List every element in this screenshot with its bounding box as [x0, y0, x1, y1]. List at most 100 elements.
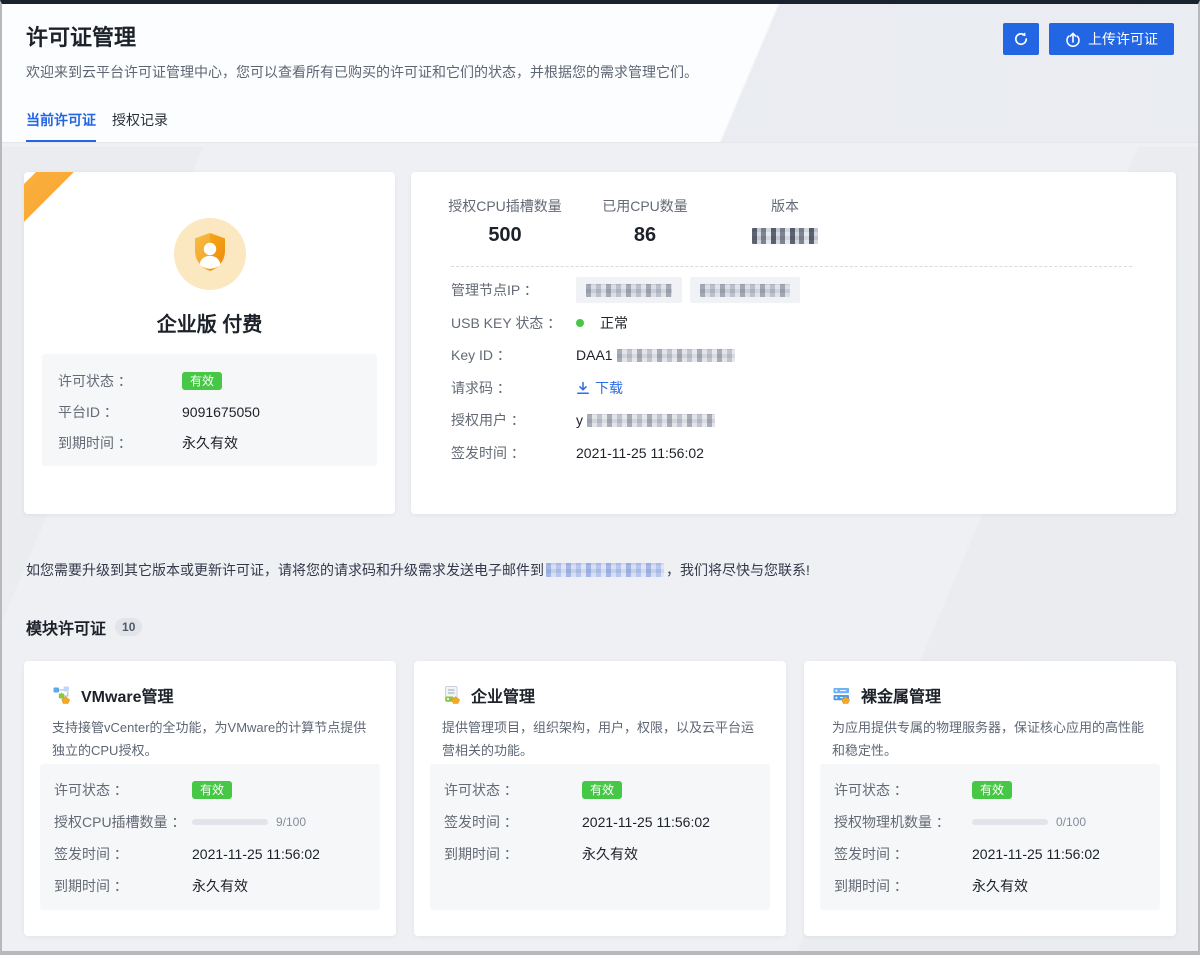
notice-text-after: ，我们将尽快与您联系! — [666, 560, 810, 580]
module-section-title: 模块许可证 — [26, 615, 106, 639]
module-description: 为应用提供专属的物理服务器，保证核心应用的高性能和稳定性。 — [804, 707, 1176, 763]
issue-time-value: 2021-11-25 11:56:02 — [576, 445, 704, 461]
authorized-user-row: 授权用户 ： y — [451, 404, 1152, 437]
license-detail-rows: 管理节点IP ： USB KEY 状态 ： 正常 Key ID ： DAA1 请… — [451, 274, 1152, 469]
module-expiry-row: 到期时间 ： 永久有效 — [54, 870, 366, 902]
stat-label: 版本 — [725, 196, 845, 216]
license-management-page: 许可证管理 欢迎来到云平台许可证管理中心，您可以查看所有已购买的许可证和它们的状… — [0, 0, 1200, 955]
platform-id-label: 平台ID ： — [58, 402, 182, 422]
refresh-button[interactable] — [1003, 23, 1039, 55]
notice-text-before: 如您需要升级到其它版本或更新许可证，请将您的请求码和升级需求发送电子邮件到 — [26, 560, 544, 580]
usb-key-status-value: 正常 — [600, 313, 628, 333]
quota-text: 0/100 — [1056, 815, 1086, 829]
usb-key-status-label: USB KEY 状态 ： — [451, 313, 576, 333]
upload-icon — [1065, 31, 1081, 47]
enterprise-doc-icon — [442, 685, 462, 705]
module-info-panel: 许可状态 ： 有效 授权物理机数量 ： 0/100 签发时间 ： 2021-11… — [820, 764, 1160, 910]
license-status-row: 许可状态 ： 有效 — [58, 366, 361, 395]
management-ip-label: 管理节点IP ： — [451, 280, 576, 300]
license-overview-card: 企业版 付费 许可状态 ： 有效 平台ID ： 9091675050 到期时间 … — [24, 172, 395, 514]
platform-id-row: 平台ID ： 9091675050 — [58, 397, 361, 426]
download-icon — [576, 381, 590, 395]
module-expiry-value: 永久有效 — [972, 876, 1028, 896]
module-title: 裸金属管理 — [861, 683, 941, 707]
quota-progress: 9/100 — [192, 815, 306, 829]
authorized-user-prefix: y — [576, 412, 583, 428]
license-info-panel: 许可状态 ： 有效 平台ID ： 9091675050 到期时间 ： 永久有效 — [42, 354, 377, 466]
module-status-row: 许可状态 ： 有效 — [834, 774, 1146, 806]
license-edition-title: 企业版 付费 — [24, 308, 395, 337]
module-quota-row: 授权物理机数量 ： 0/100 — [834, 806, 1146, 838]
contact-email-masked — [546, 563, 664, 577]
stat-value: 500 — [445, 224, 565, 247]
expiry-row: 到期时间 ： 永久有效 — [58, 428, 361, 457]
tab-authorization-records[interactable]: 授权记录 — [112, 107, 168, 142]
expiry-label: 到期时间 ： — [58, 433, 182, 453]
license-shield-avatar — [174, 218, 246, 290]
module-description: 提供管理项目，组织架构，用户，权限，以及云平台运营相关的功能。 — [414, 707, 786, 763]
module-status-row: 许可状态 ： 有效 — [54, 774, 366, 806]
tab-bar: 当前许可证 授权记录 — [2, 107, 1198, 143]
module-expiry-value: 永久有效 — [192, 876, 248, 896]
progress-track — [192, 819, 268, 825]
content-area: 企业版 付费 许可状态 ： 有效 平台ID ： 9091675050 到期时间 … — [2, 147, 1198, 951]
page-subtitle: 欢迎来到云平台许可证管理中心，您可以查看所有已购买的许可证和它们的状态，并根据您… — [26, 62, 698, 82]
module-expiry-row: 到期时间 ： 永久有效 — [834, 870, 1146, 902]
expiry-value: 永久有效 — [182, 433, 238, 453]
module-issue-time-value: 2021-11-25 11:56:02 — [192, 846, 320, 862]
module-title: VMware管理 — [81, 683, 173, 707]
quota-progress: 0/100 — [972, 815, 1086, 829]
management-ip-chip — [690, 277, 800, 303]
module-info-panel: 许可状态 ： 有效 签发时间 ： 2021-11-25 11:56:02 到期时… — [430, 764, 770, 910]
request-code-label: 请求码 ： — [451, 378, 576, 398]
module-status-row: 许可状态 ： 有效 — [444, 774, 756, 806]
upgrade-notice: 如您需要升级到其它版本或更新许可证，请将您的请求码和升级需求发送电子邮件到 ，我… — [26, 560, 810, 580]
header-actions: 上传许可证 — [1003, 23, 1174, 55]
module-description: 支持接管vCenter的全功能，为VMware的计算节点提供独立的CPU授权。 — [24, 707, 396, 763]
module-expiry-label: 到期时间 ： — [834, 876, 972, 896]
license-detail-card: 授权CPU插槽数量 500 已用CPU数量 86 版本 管理节点IP ： — [411, 172, 1176, 514]
refresh-icon — [1013, 31, 1029, 47]
usb-key-status-row: USB KEY 状态 ： 正常 — [451, 307, 1152, 340]
module-status-label: 许可状态 ： — [54, 780, 192, 800]
issue-time-label: 签发时间 ： — [451, 443, 576, 463]
module-issue-time-label: 签发时间 ： — [444, 812, 582, 832]
module-card-bare-metal: 裸金属管理 为应用提供专属的物理服务器，保证核心应用的高性能和稳定性。 许可状态… — [804, 661, 1176, 936]
module-section-header: 模块许可证 10 — [26, 615, 142, 639]
tab-current-license[interactable]: 当前许可证 — [26, 107, 96, 142]
module-info-panel: 许可状态 ： 有效 授权CPU插槽数量 ： 9/100 签发时间 ： 2021-… — [40, 764, 380, 910]
module-title: 企业管理 — [471, 683, 535, 707]
module-quota-row: 授权CPU插槽数量 ： 9/100 — [54, 806, 366, 838]
stat-version: 版本 — [725, 196, 845, 247]
authorized-user-masked — [587, 414, 715, 427]
stat-label: 已用CPU数量 — [585, 196, 705, 216]
upload-license-button[interactable]: 上传许可证 — [1049, 23, 1174, 55]
module-issue-time-label: 签发时间 ： — [54, 844, 192, 864]
module-expiry-value: 永久有效 — [582, 844, 638, 864]
license-stats: 授权CPU插槽数量 500 已用CPU数量 86 版本 — [411, 172, 1176, 247]
module-card-enterprise: 企业管理 提供管理项目，组织架构，用户，权限，以及云平台运营相关的功能。 许可状… — [414, 661, 786, 936]
download-request-code-link[interactable]: 下载 — [576, 378, 623, 398]
issue-time-row: 签发时间 ： 2021-11-25 11:56:02 — [451, 437, 1152, 470]
vmware-workflow-icon — [52, 685, 72, 705]
key-id-row: Key ID ： DAA1 — [451, 339, 1152, 372]
module-count-badge: 10 — [115, 618, 142, 636]
module-issue-time-label: 签发时间 ： — [834, 844, 972, 864]
module-quota-label: 授权物理机数量 ： — [834, 812, 972, 832]
page-header: 许可证管理 欢迎来到云平台许可证管理中心，您可以查看所有已购买的许可证和它们的状… — [2, 4, 1198, 143]
module-expiry-label: 到期时间 ： — [54, 876, 192, 896]
status-badge: 有效 — [182, 372, 222, 390]
quota-text: 9/100 — [276, 815, 306, 829]
key-id-masked — [617, 349, 735, 362]
dashed-divider — [451, 266, 1132, 267]
module-quota-label: 授权CPU插槽数量 ： — [54, 812, 192, 832]
module-issue-time-row: 签发时间 ： 2021-11-25 11:56:02 — [54, 838, 366, 870]
license-status-label: 许可状态 ： — [58, 371, 182, 391]
status-badge: 有效 — [192, 781, 232, 799]
stat-cpu-sockets: 授权CPU插槽数量 500 — [445, 196, 565, 247]
module-expiry-row: 到期时间 ： 永久有效 — [444, 838, 756, 870]
green-status-dot-icon — [576, 319, 584, 327]
stat-value: 86 — [585, 224, 705, 247]
bare-metal-server-icon — [832, 685, 852, 705]
key-id-prefix: DAA1 — [576, 347, 613, 363]
